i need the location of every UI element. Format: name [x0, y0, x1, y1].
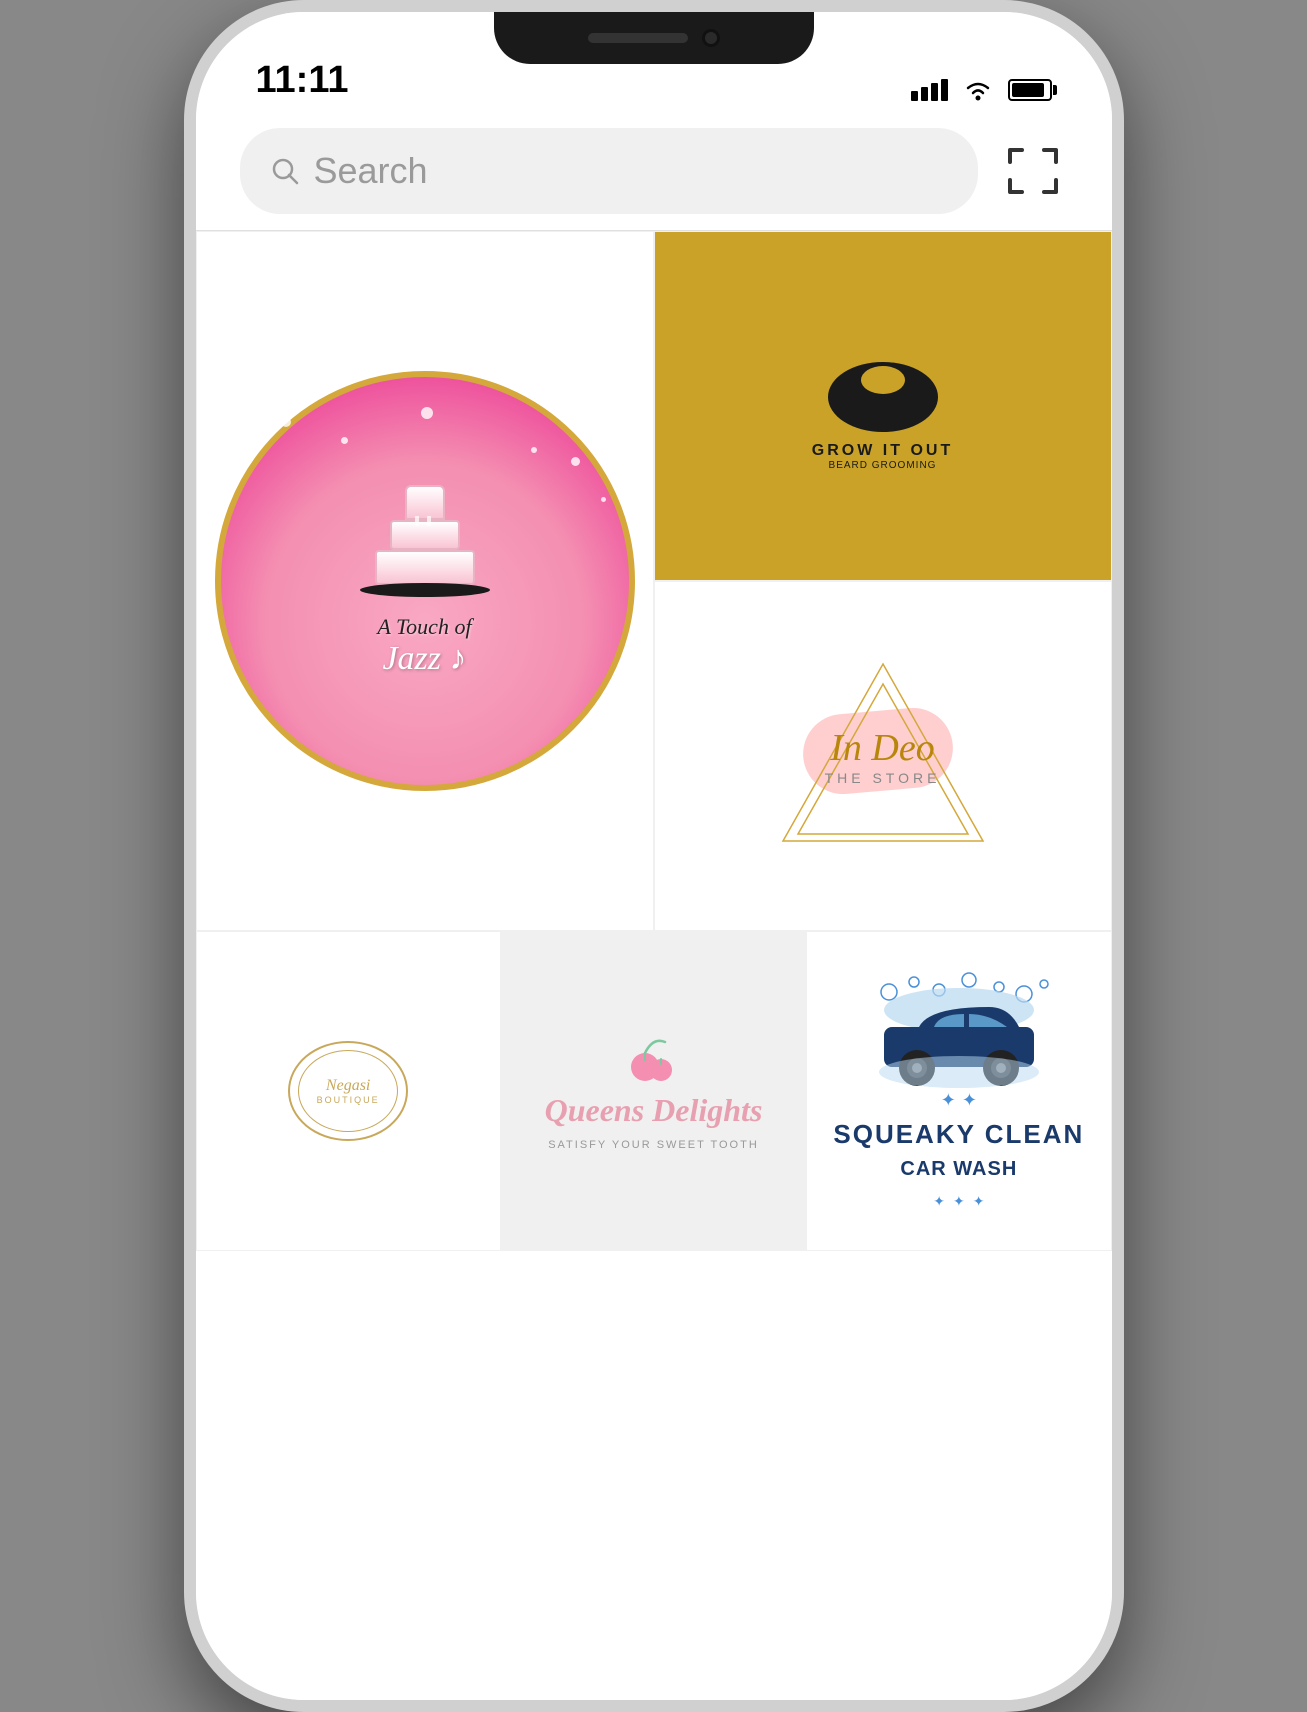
status-bar: 11:11	[196, 12, 1112, 112]
signal-icon	[911, 79, 948, 101]
cake-bot	[375, 550, 475, 585]
bottom-grid: Negasi Boutique	[196, 931, 1112, 1251]
touch-of-jazz-logo: A Touch of Jazz ♪	[215, 371, 635, 791]
in-deo-sub-text: THE STORE	[825, 770, 941, 786]
in-deo-logo: In Deo THE STORE	[773, 656, 993, 856]
speaker	[588, 33, 688, 43]
star-icon-3: ✦	[933, 1193, 945, 1210]
in-deo-text: In Deo THE STORE	[825, 726, 941, 786]
status-icons	[911, 78, 1052, 102]
grow-it-out-logo: GROW IT OUT BEARD GROOMING	[812, 342, 953, 471]
star-icon: ✦	[941, 1090, 956, 1111]
battery-icon	[1008, 79, 1052, 101]
car-wash-stars-bottom: ✦ ✦ ✦	[933, 1193, 984, 1210]
negasi-logo: Negasi Boutique	[288, 1041, 408, 1141]
search-bar-container: Search	[196, 112, 1112, 231]
negasi-frame: Negasi Boutique	[288, 1041, 408, 1141]
squeaky-clean-item[interactable]: ✦ ✦ SQUEAKY CLEAN CAR WASH ✦ ✦ ✦	[806, 931, 1111, 1251]
status-time: 11:11	[256, 59, 911, 102]
star-icon-2: ✦	[962, 1090, 977, 1111]
negasi-main-text: Negasi	[326, 1077, 370, 1095]
queens-sub-text: Satisfy Your Sweet Tooth	[548, 1139, 759, 1151]
beard-icon	[823, 342, 943, 432]
cake-visual	[360, 485, 490, 597]
wifi-icon	[962, 78, 994, 102]
squeaky-clean-logo: ✦ ✦ SQUEAKY CLEAN CAR WASH ✦ ✦ ✦	[833, 972, 1084, 1210]
main-grid: A Touch of Jazz ♪	[196, 231, 1112, 931]
car-wash-subtitle-text: CAR WASH	[900, 1158, 1017, 1181]
search-icon	[270, 156, 300, 186]
search-input-wrapper[interactable]: Search	[240, 128, 978, 214]
cake-top	[405, 485, 445, 520]
grow-it-out-item[interactable]: GROW IT OUT BEARD GROOMING	[654, 231, 1112, 581]
scan-icon[interactable]	[998, 136, 1068, 206]
queens-delights-item[interactable]: Queens Delights Satisfy Your Sweet Tooth	[501, 931, 806, 1251]
cake-script-jazz: Jazz ♪	[382, 640, 466, 678]
star-icon-5: ✦	[973, 1193, 985, 1210]
queens-delights-logo: Queens Delights Satisfy Your Sweet Tooth	[545, 1032, 763, 1151]
queens-main-text: Queens Delights	[545, 1092, 763, 1129]
car-wash-title-text: SQUEAKY CLEAN	[833, 1119, 1084, 1150]
grow-it-out-text: GROW IT OUT BEARD GROOMING	[812, 442, 953, 471]
cherry-icon	[623, 1032, 683, 1082]
camera	[702, 29, 720, 47]
car-icon	[859, 972, 1059, 1092]
in-deo-item[interactable]: In Deo THE STORE	[654, 581, 1112, 931]
negasi-sub-text: Boutique	[317, 1095, 380, 1105]
in-deo-main-text: In Deo	[825, 726, 941, 770]
negasi-inner-frame: Negasi Boutique	[298, 1050, 398, 1132]
touch-of-jazz-item[interactable]: A Touch of Jazz ♪	[196, 231, 654, 931]
search-placeholder: Search	[314, 150, 428, 192]
cake-script-a-touch-of: A Touch of	[377, 614, 471, 640]
cake-plate	[360, 583, 490, 597]
negasi-boutique-item[interactable]: Negasi Boutique	[196, 931, 501, 1251]
notch	[494, 12, 814, 64]
phone-frame: 11:11	[184, 0, 1124, 1712]
cake-mid	[390, 520, 460, 550]
star-icon-4: ✦	[953, 1193, 965, 1210]
content-area: A Touch of Jazz ♪	[196, 231, 1112, 1700]
car-wash-stars-top: ✦ ✦	[941, 1090, 977, 1111]
